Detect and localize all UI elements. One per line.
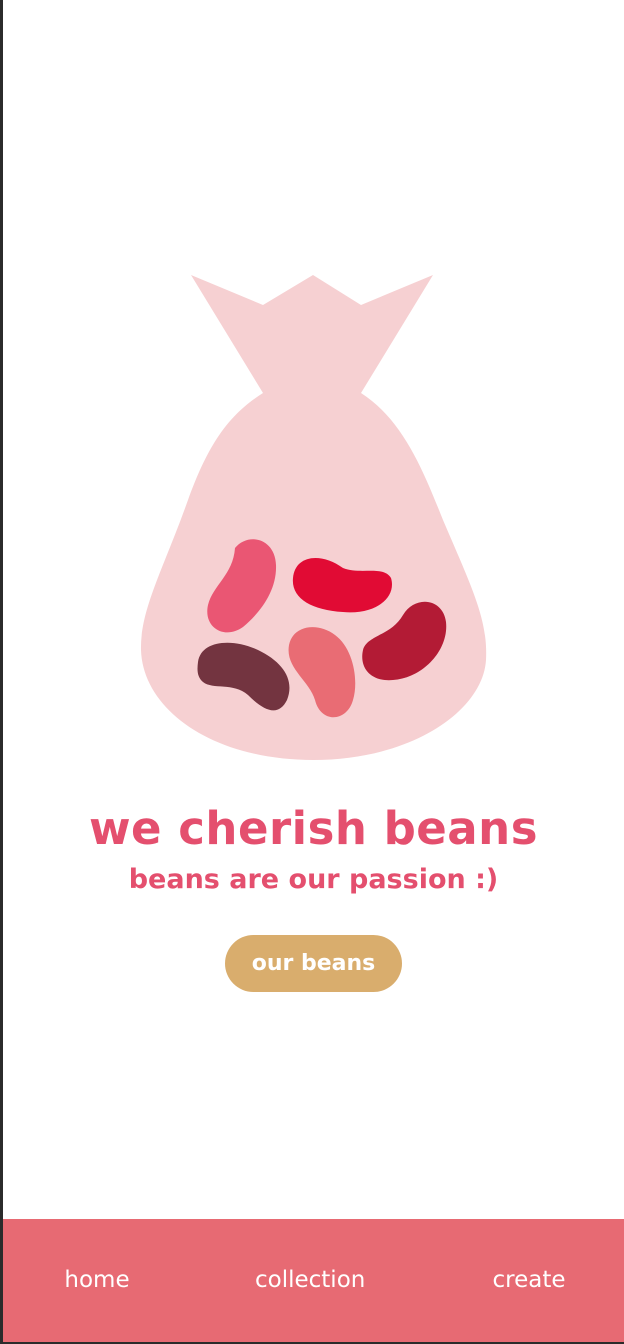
nav-item-collection[interactable]: collection <box>255 1265 365 1295</box>
hero-section: we cherish beans beans are our passion :… <box>3 0 624 1219</box>
nav-item-create[interactable]: create <box>491 1265 567 1295</box>
bean-bag-icon <box>140 275 487 760</box>
bottom-navigation: home collection create <box>3 1219 624 1342</box>
hero-subtitle: beans are our passion :) <box>128 864 499 895</box>
nav-item-home[interactable]: home <box>62 1265 132 1295</box>
app-screen: we cherish beans beans are our passion :… <box>0 0 624 1344</box>
our-beans-button[interactable]: our beans <box>225 935 402 992</box>
hero-title: we cherish beans <box>88 802 538 855</box>
